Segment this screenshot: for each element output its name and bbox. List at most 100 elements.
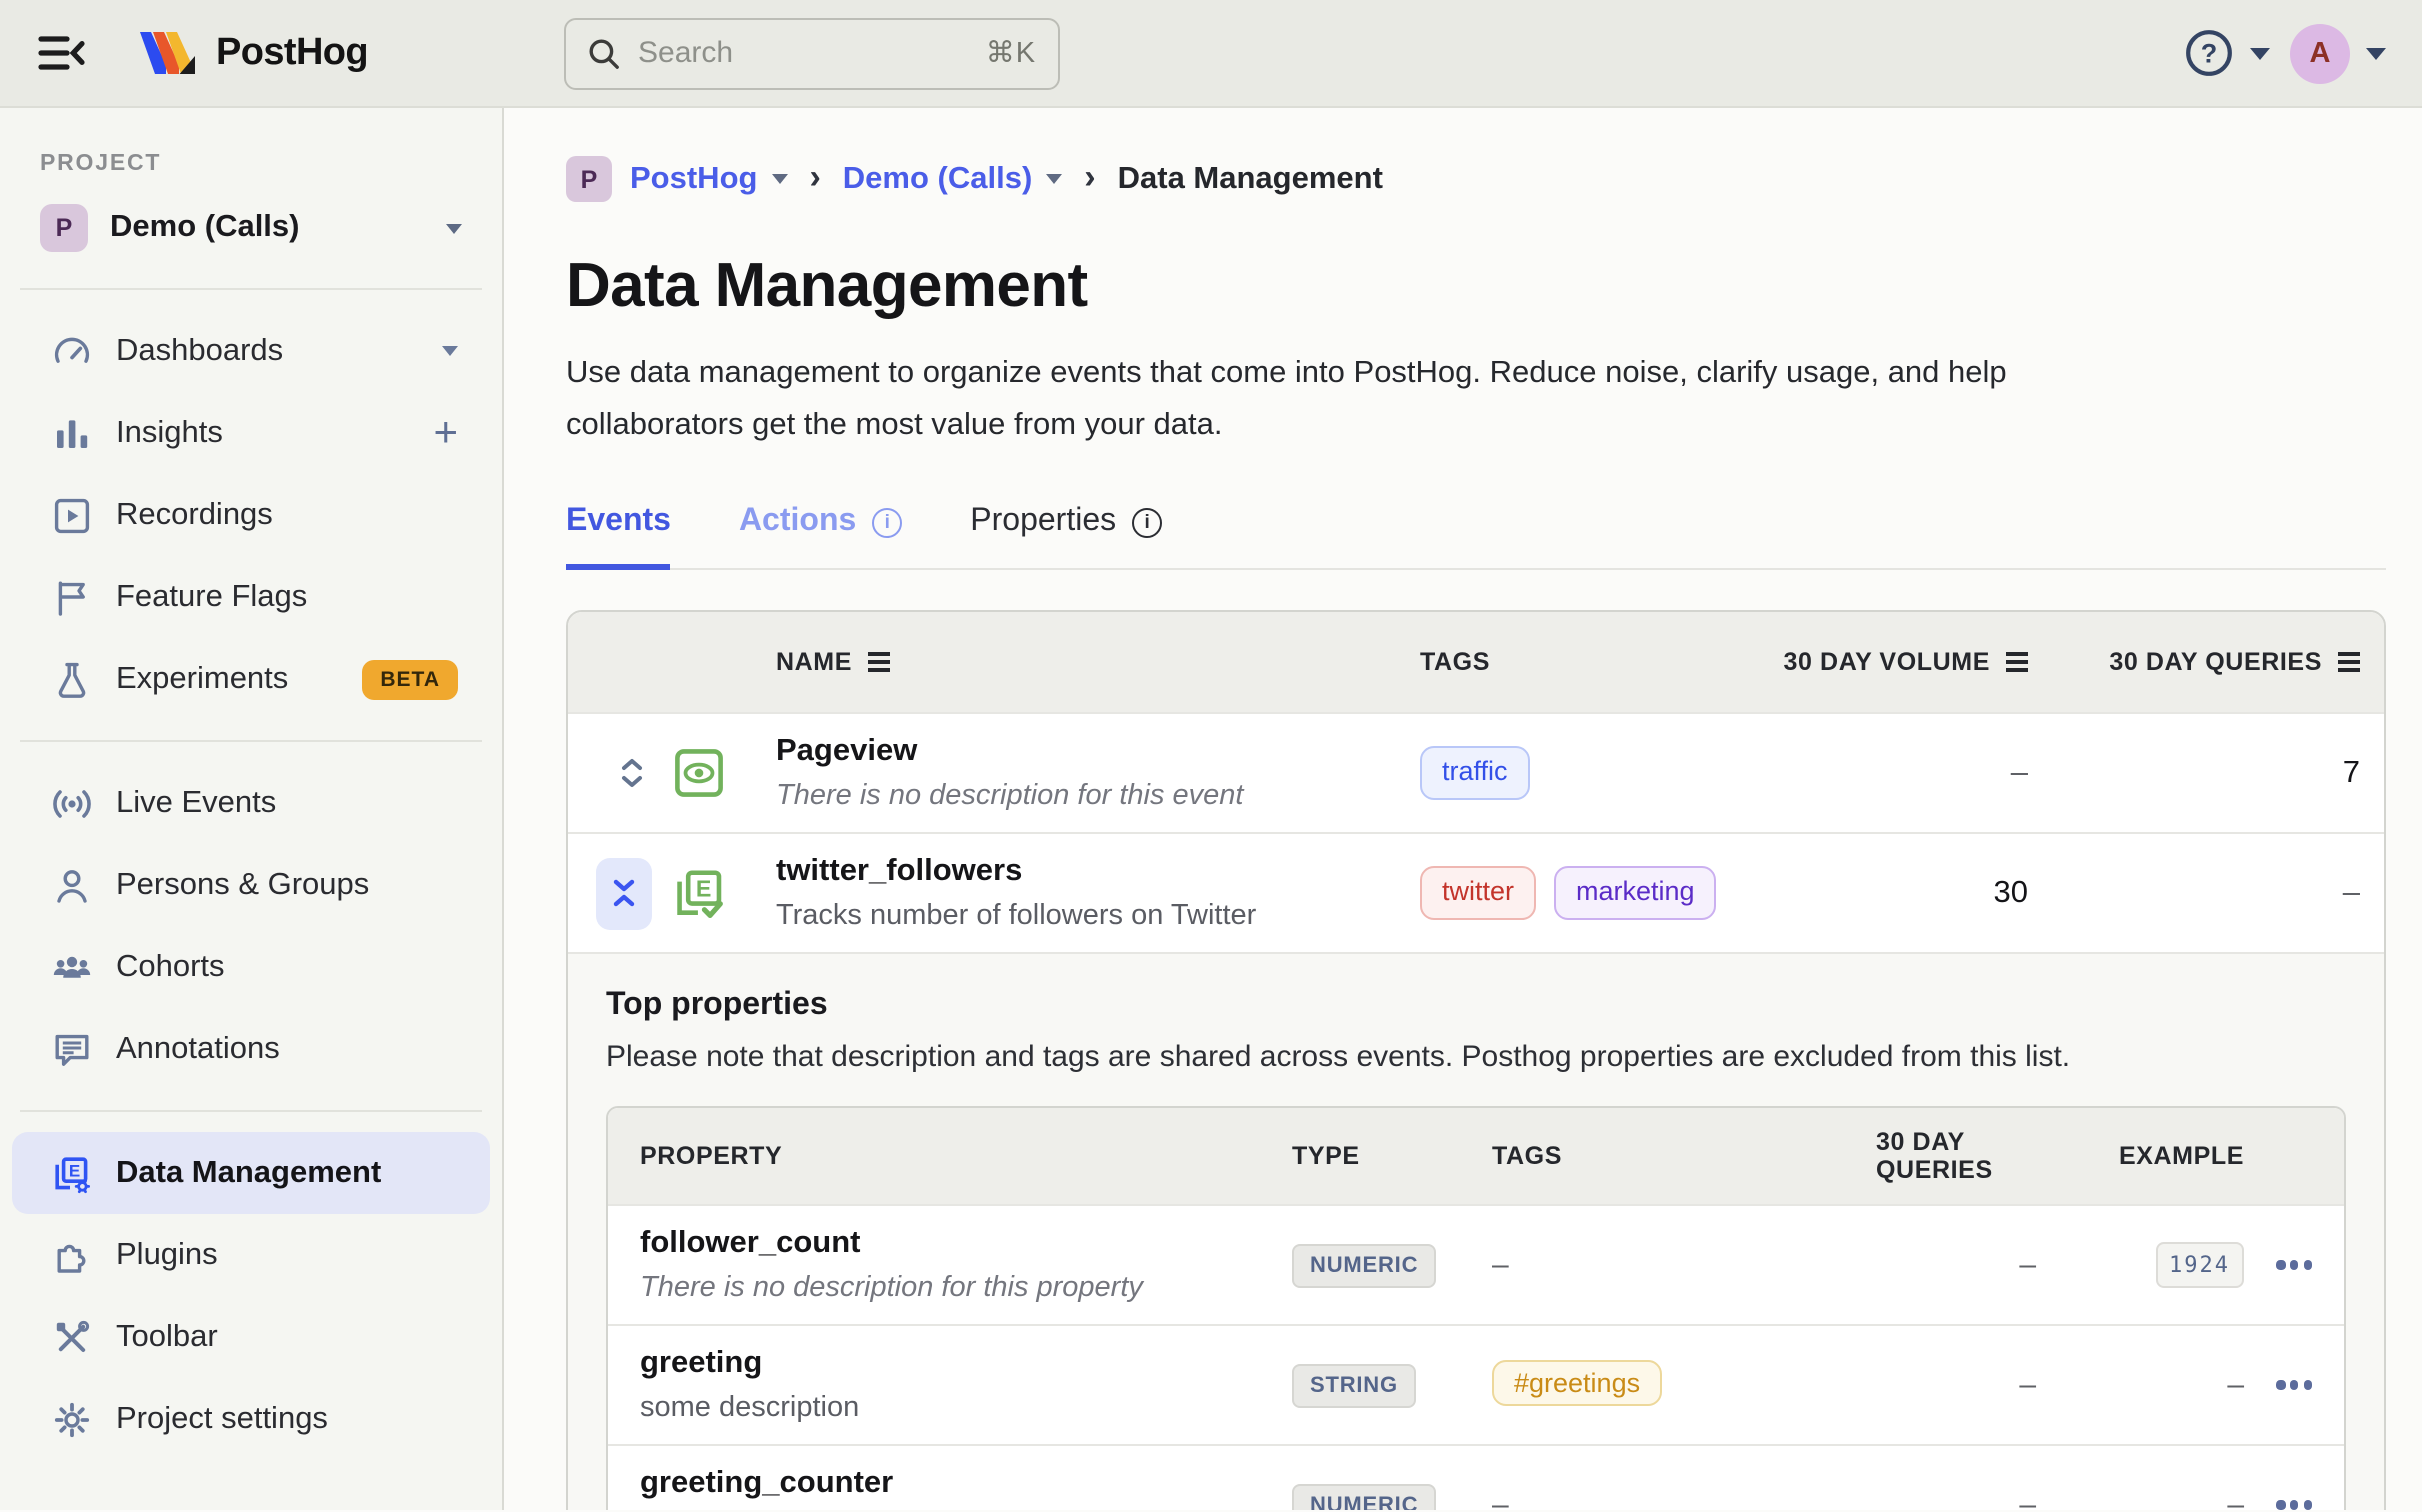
sidebar-item-label: Persons & Groups <box>116 867 370 901</box>
example-value: 1924 <box>2155 1242 2244 1288</box>
sidebar-item-live-events[interactable]: Live Events <box>12 762 490 844</box>
type-badge: NUMERIC <box>1292 1243 1437 1287</box>
search-input[interactable] <box>638 36 968 70</box>
column-header-type: Type <box>1292 1142 1492 1170</box>
sidebar-item-toolbar[interactable]: Toolbar <box>12 1296 490 1378</box>
sidebar-item-dashboards[interactable]: Dashboards <box>12 310 490 392</box>
logo-wordmark: PostHog <box>216 31 369 73</box>
broadcast-icon <box>52 783 92 823</box>
breadcrumb: P PostHog › Demo (Calls) › Data Manageme… <box>566 156 2386 202</box>
app-window: PostHog ⌘K ? A PROJECT <box>0 0 2422 1512</box>
column-header-property: Property <box>640 1142 1292 1170</box>
tools-icon <box>52 1317 92 1357</box>
sidebar-item-label: Project settings <box>116 1401 328 1435</box>
breadcrumb-label: Demo (Calls) <box>842 161 1033 195</box>
column-header-example: Example <box>2036 1142 2244 1170</box>
project-switcher[interactable]: P Demo (Calls) <box>0 196 502 280</box>
recordings-icon <box>52 495 92 535</box>
property-name[interactable]: greeting_counter <box>640 1466 893 1500</box>
event-name-link[interactable]: Pageview <box>776 734 917 768</box>
help-menu[interactable]: ? <box>2184 28 2270 78</box>
sidebar-item-feature-flags[interactable]: Feature Flags <box>12 556 490 638</box>
chevron-down-icon <box>2250 47 2270 59</box>
breadcrumb-project-link[interactable]: Demo (Calls) <box>843 161 1063 197</box>
cohorts-icon <box>52 947 92 987</box>
column-header-label: Name <box>776 648 853 676</box>
search-shortcut: ⌘K <box>985 37 1037 69</box>
property-name[interactable]: greeting <box>640 1346 762 1380</box>
table-row-pageview: Pageview There is no description for thi… <box>568 712 2384 832</box>
tag-twitter: twitter <box>1420 866 1537 920</box>
queries-value: – <box>2019 1488 2036 1510</box>
tab-label: Events <box>566 504 671 538</box>
sidebar-item-label: Toolbar <box>116 1319 218 1353</box>
sidebar-item-data-management[interactable]: E Data Management <box>12 1132 490 1214</box>
property-description: There is no description for this propert… <box>640 1272 1143 1304</box>
property-name[interactable]: follower_count <box>640 1226 860 1260</box>
svg-text:E: E <box>696 876 711 902</box>
more-options-icon[interactable] <box>2244 1260 2312 1270</box>
queries-value: – <box>2019 1248 2036 1282</box>
more-options-icon[interactable] <box>2244 1500 2312 1510</box>
divider <box>20 1110 482 1112</box>
svg-text:E: E <box>69 1160 80 1179</box>
column-header-tags: Tags <box>1492 1142 1876 1170</box>
search-icon <box>588 37 620 69</box>
top-properties-table: Property Type Tags 30 day queries Exampl… <box>606 1106 2346 1510</box>
table-row-greeting-counter: greeting_counter Counts number of greeti… <box>608 1444 2344 1510</box>
plus-icon[interactable]: + <box>433 412 458 454</box>
table-row-follower-count: follower_count There is no description f… <box>608 1204 2344 1324</box>
type-badge: NUMERIC <box>1292 1483 1437 1510</box>
sidebar-item-persons-groups[interactable]: Persons & Groups <box>12 844 490 926</box>
sidebar-item-plugins[interactable]: Plugins <box>12 1214 490 1296</box>
tags-value: – <box>1492 1488 1509 1510</box>
properties-table-header: Property Type Tags 30 day queries Exampl… <box>608 1108 2344 1204</box>
column-header-label: Property <box>640 1142 783 1170</box>
chevron-right-icon: › <box>1084 157 1096 195</box>
global-search[interactable]: ⌘K <box>564 17 1061 89</box>
tab-events[interactable]: Events <box>566 504 671 570</box>
chevron-down-icon <box>1046 174 1063 184</box>
insights-icon <box>52 413 92 453</box>
chevron-down-icon <box>771 174 788 184</box>
chevron-down-icon <box>2366 47 2386 59</box>
more-options-icon[interactable] <box>2244 1380 2312 1390</box>
sidebar-item-experiments[interactable]: Experiments BETA <box>12 638 490 720</box>
tag-traffic: traffic <box>1420 746 1530 800</box>
tab-actions[interactable]: Actions i <box>739 504 903 570</box>
event-description: There is no description for this event <box>776 780 1244 812</box>
sidebar-item-cohorts[interactable]: Cohorts <box>12 926 490 1008</box>
puzzle-icon <box>52 1235 92 1275</box>
sidebar-item-label: Dashboards <box>116 333 284 367</box>
property-description: some description <box>640 1392 860 1424</box>
table-row-greeting: greeting some description STRING #greeti… <box>608 1324 2344 1444</box>
expand-row-button[interactable] <box>592 756 672 790</box>
event-name-link[interactable]: twitter_followers <box>776 854 1022 888</box>
info-icon: i <box>872 507 903 537</box>
column-header-label: Tags <box>1492 1142 1562 1170</box>
sidebar-item-project-settings[interactable]: Project settings <box>12 1378 490 1460</box>
column-header-queries[interactable]: 30 day queries <box>2060 648 2360 676</box>
column-header-label: Tags <box>1420 648 1490 676</box>
expanded-event-panel: Top properties Please note that descript… <box>568 952 2384 1510</box>
posthog-logo[interactable]: PostHog <box>140 31 369 75</box>
breadcrumb-org-link[interactable]: PostHog <box>630 161 788 197</box>
sidebar-item-insights[interactable]: Insights + <box>12 392 490 474</box>
tab-properties[interactable]: Properties i <box>970 504 1163 570</box>
sidebar-item-recordings[interactable]: Recordings <box>12 474 490 556</box>
chevron-right-icon: › <box>809 157 821 195</box>
project-name: Demo (Calls) <box>110 210 300 244</box>
top-properties-title: Top properties <box>606 988 828 1022</box>
column-header-name[interactable]: Name <box>776 648 1420 676</box>
collapse-row-button[interactable] <box>596 857 652 929</box>
column-header-volume[interactable]: 30 day volume <box>1780 648 2060 676</box>
beta-badge: BETA <box>362 659 458 699</box>
collapse-sidebar-icon[interactable] <box>36 31 88 75</box>
queries-value: 7 <box>2342 755 2360 789</box>
sort-icon <box>2006 652 2028 672</box>
sidebar-item-annotations[interactable]: Annotations <box>12 1008 490 1090</box>
data-management-icon: E <box>52 1153 92 1193</box>
breadcrumb-current: Data Management <box>1117 161 1383 195</box>
sidebar-item-label: Data Management <box>116 1155 382 1189</box>
account-menu[interactable]: A <box>2290 23 2386 83</box>
